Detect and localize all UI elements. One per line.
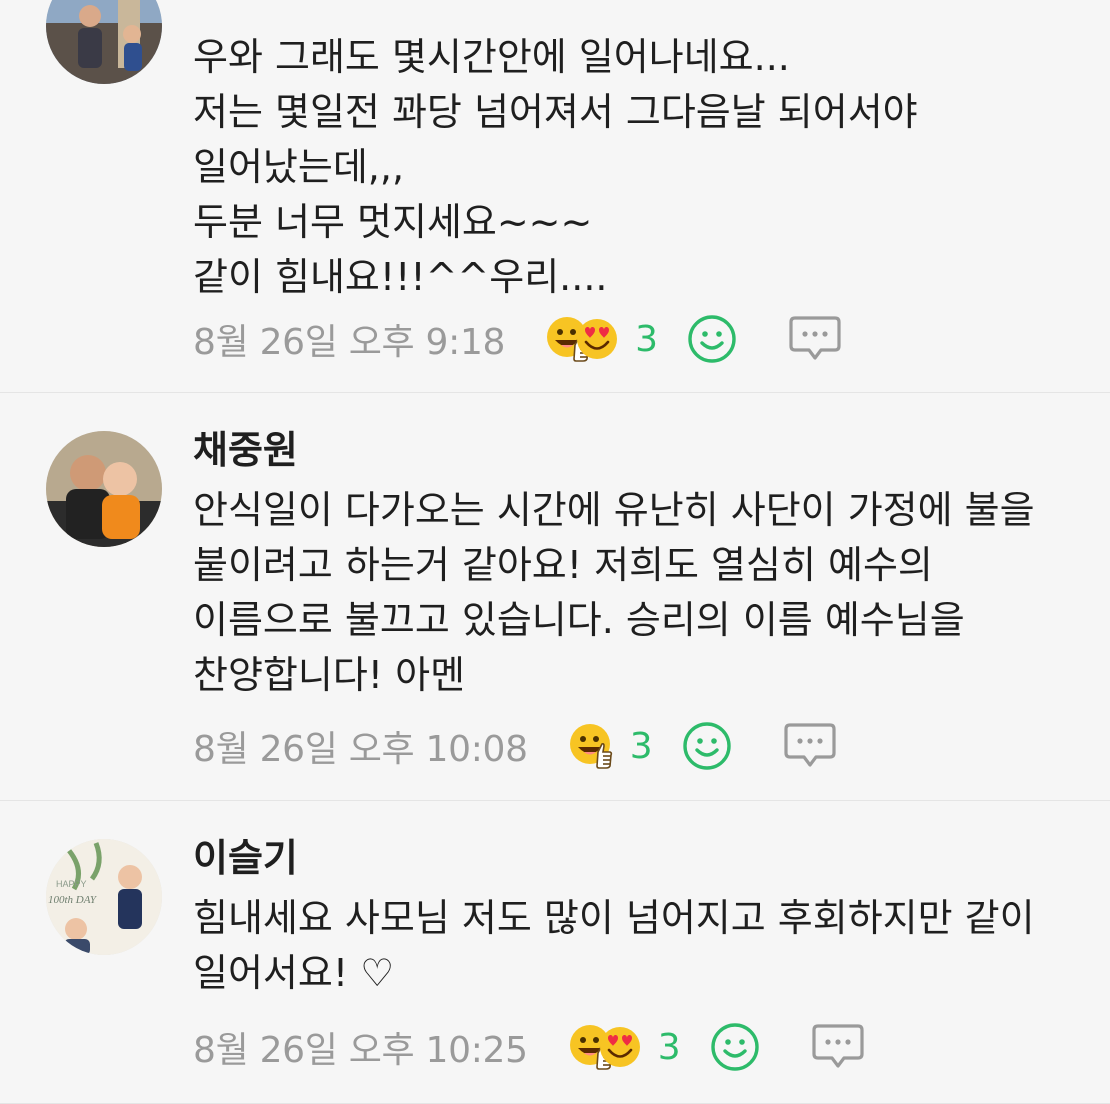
- avatar[interactable]: [46, 431, 162, 547]
- heart-eyes-emoji-icon: [596, 1023, 644, 1071]
- comment-item: 채중원 안식일이 다가오는 시간에 유난히 사단이 가정에 불을 붙이려고 하는…: [0, 393, 1110, 801]
- reaction-emoji-list: [568, 722, 616, 770]
- reaction-count: 3: [635, 318, 659, 360]
- avatar-photo: HAPPY 100th DAY: [46, 839, 162, 955]
- reaction-emoji-list: [568, 1023, 644, 1071]
- comment-meta: 8월 26일 오후 9:18 3: [193, 311, 842, 367]
- avatar-photo: [46, 0, 162, 84]
- comment-item: 우와 그래도 몇시간안에 일어나네요... 저는 몇일전 꽈당 넘어져서 그다음…: [0, 0, 1110, 393]
- add-reaction-smile-icon[interactable]: [681, 720, 733, 772]
- comment-author[interactable]: 채중원: [193, 429, 298, 471]
- reply-bubble-icon[interactable]: [788, 314, 842, 364]
- comment-timestamp: 8월 26일 오후 9:18: [193, 322, 506, 363]
- reaction-emoji-list: [545, 315, 621, 363]
- heart-eyes-emoji-icon: [573, 315, 621, 363]
- add-reaction-smile-icon[interactable]: [709, 1021, 761, 1073]
- comment-text: 우와 그래도 몇시간안에 일어나네요... 저는 몇일전 꽈당 넘어져서 그다음…: [193, 35, 918, 299]
- comment-timestamp: 8월 26일 오후 10:25: [193, 1030, 528, 1071]
- reply-bubble-icon[interactable]: [783, 721, 837, 771]
- avatar-photo: [46, 431, 162, 547]
- comment-timestamp: 8월 26일 오후 10:08: [193, 729, 528, 770]
- comment-text: 힘내세요 사모님 저도 많이 넘어지고 후회하지만 같이 일어서요! ♡: [193, 896, 1047, 995]
- comment-author[interactable]: 이슬기: [193, 837, 298, 879]
- comment-text: 안식일이 다가오는 시간에 유난히 사단이 가정에 불을 붙이려고 하는거 같아…: [193, 488, 1047, 697]
- reaction-summary[interactable]: 3: [568, 722, 653, 770]
- avatar[interactable]: HAPPY 100th DAY: [46, 839, 162, 955]
- thumbs-smile-emoji-icon: [568, 722, 616, 770]
- comment-meta: 8월 26일 오후 10:25 3: [193, 1019, 865, 1075]
- add-reaction-smile-icon[interactable]: [686, 313, 738, 365]
- reaction-summary[interactable]: 3: [568, 1023, 681, 1071]
- reaction-count: 3: [657, 1026, 681, 1068]
- reaction-count: 3: [629, 725, 653, 767]
- comment-item: HAPPY 100th DAY 이슬기 힘내세요 사모님 저도 많이 넘어지고 …: [0, 801, 1110, 1104]
- avatar-100th-day-text: 100th DAY: [48, 894, 98, 906]
- comment-meta: 8월 26일 오후 10:08 3: [193, 718, 837, 774]
- avatar[interactable]: [46, 0, 162, 84]
- reaction-summary[interactable]: 3: [545, 315, 658, 363]
- reply-bubble-icon[interactable]: [811, 1022, 865, 1072]
- avatar-happy-text: HAPPY: [56, 879, 87, 889]
